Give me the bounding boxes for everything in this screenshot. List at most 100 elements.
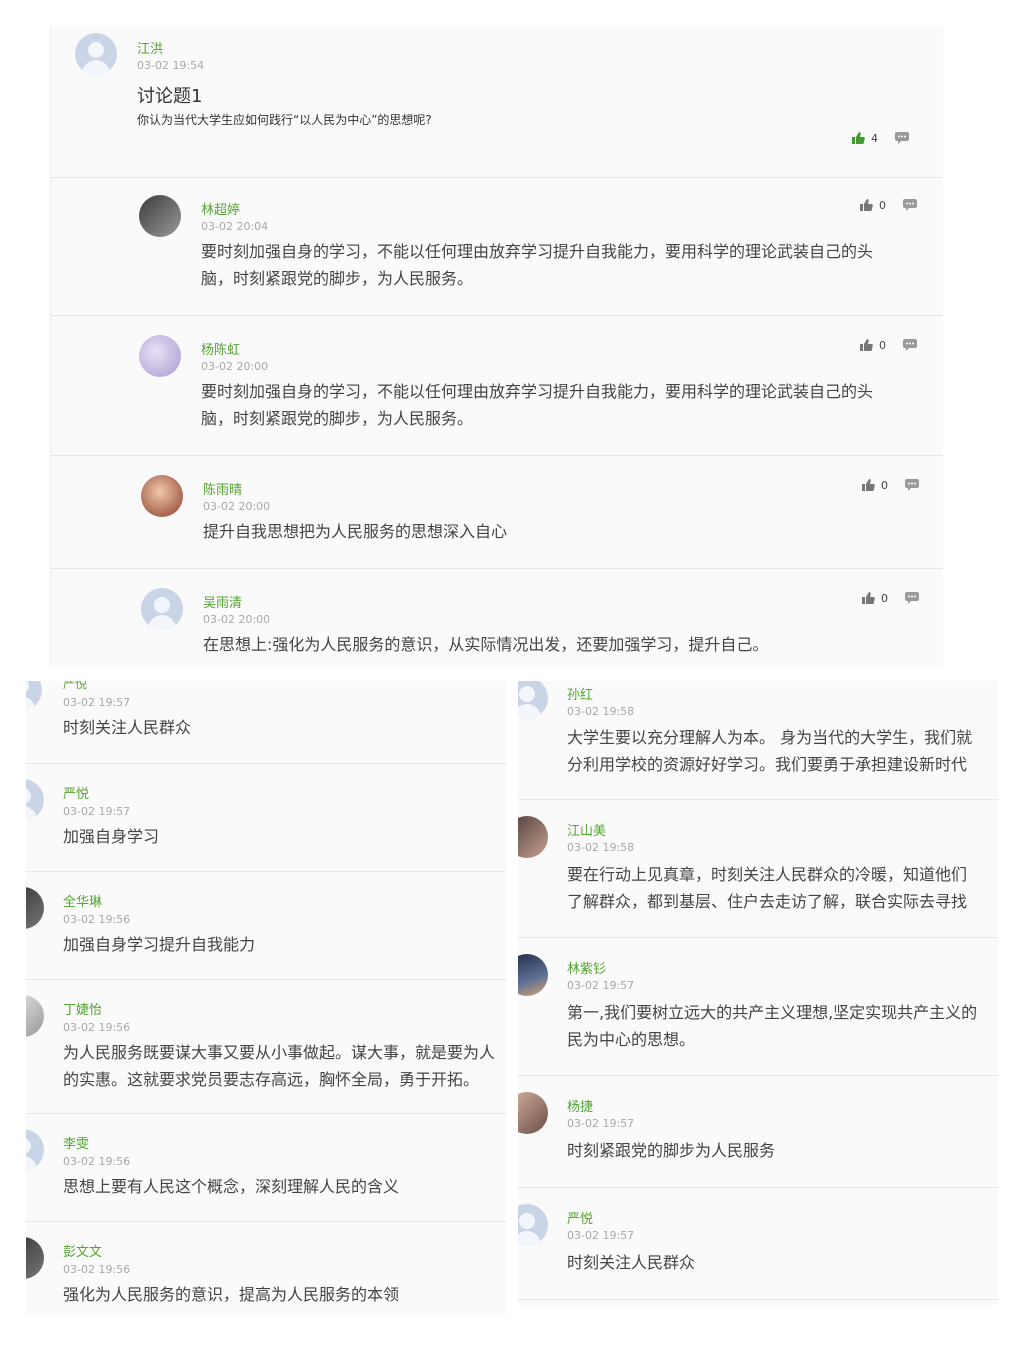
reply-text: 要时刻加强自身的学习，不能以任何理由放弃学习提升自我能力，要用科学的理论武装自己… bbox=[201, 382, 874, 428]
list-item: 彭文文 03-02 19:56 强化为人民服务的意识，提高为人民服务的本领 bbox=[26, 1221, 506, 1315]
avatar[interactable] bbox=[26, 681, 42, 711]
reply-time: 03-02 20:00 bbox=[201, 360, 269, 373]
reply-item: 杨陈虹 03-02 20:00 要时刻加强自身的学习，不能以任何理由放弃学习提升… bbox=[51, 315, 943, 456]
reply-actions: 0 bbox=[859, 338, 918, 352]
reply-item: 吴雨清 03-02 20:00 在思想上:强化为人民服务的意识，从实际情况出发，… bbox=[51, 568, 943, 667]
reply-text: 要在行动上见真章，时刻关注人民群众的冷暖，知道他们 了解群众，都到基层、住户去走访… bbox=[567, 865, 968, 911]
avatar[interactable] bbox=[75, 33, 117, 75]
discussion-thread: 江洪 03-02 19:54 讨论题1 你认为当代大学生应如何践行“以人民为中心… bbox=[50, 27, 943, 667]
author-name[interactable]: 杨陈虹 bbox=[201, 339, 240, 358]
author-name[interactable]: 严悦 bbox=[63, 783, 89, 802]
list-item: 丁婕怡 03-02 19:56 为人民服务既要谋大事又要从小事做起。谋大事，就是… bbox=[26, 979, 506, 1114]
like-count: 0 bbox=[879, 198, 886, 212]
comment-icon[interactable] bbox=[894, 131, 910, 145]
author-name[interactable]: 李雯 bbox=[63, 1133, 89, 1152]
reply-text: 时刻紧跟党的脚步为人民服务 bbox=[567, 1141, 776, 1160]
reply-text: 要时刻加强自身的学习，不能以任何理由放弃学习提升自我能力，要用科学的理论武装自己… bbox=[201, 242, 874, 288]
avatar[interactable] bbox=[141, 475, 183, 517]
like-count: 0 bbox=[881, 478, 888, 492]
reply-time: 03-02 20:00 bbox=[203, 500, 271, 513]
author-name[interactable]: 陈雨晴 bbox=[203, 479, 242, 498]
comment-icon[interactable] bbox=[904, 591, 920, 605]
avatar[interactable] bbox=[26, 779, 44, 821]
thumbs-up-icon[interactable] bbox=[851, 131, 865, 145]
author-name[interactable]: 全华琳 bbox=[63, 891, 102, 910]
reply-text: 时刻关注人民群众 bbox=[63, 718, 192, 737]
reply-time: 03-02 19:56 bbox=[63, 1021, 131, 1034]
reply-time: 03-02 19:57 bbox=[63, 805, 131, 818]
list-item: 杨捷 03-02 19:57 时刻紧跟党的脚步为人民服务 bbox=[518, 1075, 998, 1188]
reply-text: 大学生要以充分理解人为本。 身为当代的大学生，我们就 分利用学校的资源好好学习。我… bbox=[567, 728, 973, 774]
comment-icon[interactable] bbox=[902, 198, 918, 212]
list-item: 李雯 03-02 19:56 思想上要有人民这个概念，深刻理解人民的含义 bbox=[26, 1113, 506, 1222]
author-name[interactable]: 严悦 bbox=[63, 681, 87, 692]
reply-item: 林超婷 03-02 20:04 要时刻加强自身的学习，不能以任何理由放弃学习提升… bbox=[51, 177, 943, 316]
reply-time: 03-02 20:04 bbox=[201, 220, 269, 233]
reply-actions: 0 bbox=[861, 591, 920, 605]
author-name[interactable]: 杨捷 bbox=[567, 1096, 593, 1115]
avatar[interactable] bbox=[26, 887, 44, 929]
post-actions: 4 bbox=[851, 131, 910, 145]
reply-text: 思想上要有人民这个概念，深刻理解人民的含义 bbox=[63, 1177, 400, 1196]
author-name[interactable]: 江山美 bbox=[567, 820, 606, 839]
comment-icon[interactable] bbox=[902, 338, 918, 352]
author-name[interactable]: 彭文文 bbox=[63, 1241, 102, 1260]
avatar[interactable] bbox=[518, 954, 548, 996]
avatar[interactable] bbox=[518, 1092, 548, 1134]
list-item: 严悦 03-02 19:57 加强自身学习 bbox=[26, 763, 506, 872]
avatar[interactable] bbox=[141, 588, 183, 630]
reply-text: 加强自身学习提升自我能力 bbox=[63, 935, 256, 954]
post-description: 你认为当代大学生应如何践行“以人民为中心”的思想呢? bbox=[137, 113, 432, 127]
list-item: 孙红 03-02 19:58 大学生要以充分理解人为本。 身为当代的大学生，我们… bbox=[518, 681, 998, 800]
comment-icon[interactable] bbox=[904, 478, 920, 492]
reply-text: 在思想上:强化为人民服务的意识，从实际情况出发，还要加强学习，提升自己。 bbox=[203, 635, 769, 654]
thumbs-up-icon[interactable] bbox=[859, 338, 873, 352]
reply-time: 03-02 19:58 bbox=[567, 841, 635, 854]
reply-actions: 0 bbox=[859, 198, 918, 212]
author-name[interactable]: 林紫钐 bbox=[567, 958, 606, 977]
topic-post: 江洪 03-02 19:54 讨论题1 你认为当代大学生应如何践行“以人民为中心… bbox=[51, 27, 943, 178]
avatar[interactable] bbox=[518, 816, 548, 858]
reply-time: 03-02 19:58 bbox=[567, 705, 635, 718]
post-time: 03-02 19:54 bbox=[137, 59, 205, 72]
reply-list-right: 孙红 03-02 19:58 大学生要以充分理解人为本。 身为当代的大学生，我们… bbox=[518, 681, 998, 1305]
author-name[interactable]: 吴雨清 bbox=[203, 592, 242, 611]
reply-text: 时刻关注人民群众 bbox=[567, 1253, 696, 1272]
avatar[interactable] bbox=[26, 1237, 44, 1279]
reply-time: 03-02 20:00 bbox=[203, 613, 271, 626]
avatar[interactable] bbox=[26, 1129, 44, 1171]
like-count: 0 bbox=[879, 338, 886, 352]
avatar[interactable] bbox=[26, 995, 44, 1037]
thumbs-up-icon[interactable] bbox=[861, 591, 875, 605]
list-item: 全华琳 03-02 19:56 加强自身学习提升自我能力 bbox=[26, 871, 506, 980]
post-title: 讨论题1 bbox=[137, 86, 203, 107]
avatar[interactable] bbox=[518, 1204, 548, 1246]
thumbs-up-icon[interactable] bbox=[859, 198, 873, 212]
author-name[interactable]: 丁婕怡 bbox=[63, 999, 102, 1018]
list-item: 林紫钐 03-02 19:57 第一,我们要树立远大的共产主义理想,坚定实现共产… bbox=[518, 937, 998, 1076]
list-item: 严悦 03-02 19:57 时刻关注人民群众 bbox=[518, 1187, 998, 1300]
reply-time: 03-02 19:56 bbox=[63, 913, 131, 926]
thumbs-up-icon[interactable] bbox=[861, 478, 875, 492]
reply-actions: 0 bbox=[861, 478, 920, 492]
author-name[interactable]: 江洪 bbox=[137, 38, 163, 57]
avatar[interactable] bbox=[139, 335, 181, 377]
reply-time: 03-02 19:57 bbox=[567, 1229, 635, 1242]
avatar[interactable] bbox=[139, 195, 181, 237]
author-name[interactable]: 林超婷 bbox=[201, 199, 240, 218]
like-count: 4 bbox=[871, 131, 878, 145]
reply-time: 03-02 19:56 bbox=[63, 1155, 131, 1168]
list-item: 江山美 03-02 19:58 要在行动上见真章，时刻关注人民群众的冷暖，知道他… bbox=[518, 799, 998, 938]
author-name[interactable]: 孙红 bbox=[567, 684, 593, 703]
reply-text: 加强自身学习 bbox=[63, 827, 160, 846]
list-item: 严悦 03-02 19:57 时刻关注人民群众 bbox=[26, 681, 506, 764]
reply-text: 第一,我们要树立远大的共产主义理想,坚定实现共产主义的 民为中心的思想。 bbox=[567, 1003, 978, 1049]
reply-time: 03-02 19:57 bbox=[567, 979, 635, 992]
avatar[interactable] bbox=[518, 681, 548, 719]
reply-time: 03-02 19:56 bbox=[63, 1263, 131, 1276]
reply-text: 为人民服务既要谋大事又要从小事做起。谋大事，就是要为人 的实惠。这就要求党员要志存… bbox=[63, 1043, 496, 1089]
author-name[interactable]: 严悦 bbox=[567, 1208, 593, 1227]
reply-list-left: 严悦 03-02 19:57 时刻关注人民群众 严悦 03-02 19:57 加… bbox=[26, 681, 506, 1315]
reply-time: 03-02 19:57 bbox=[63, 696, 131, 709]
reply-text: 提升自我思想把为人民服务的思想深入自心 bbox=[203, 522, 508, 541]
